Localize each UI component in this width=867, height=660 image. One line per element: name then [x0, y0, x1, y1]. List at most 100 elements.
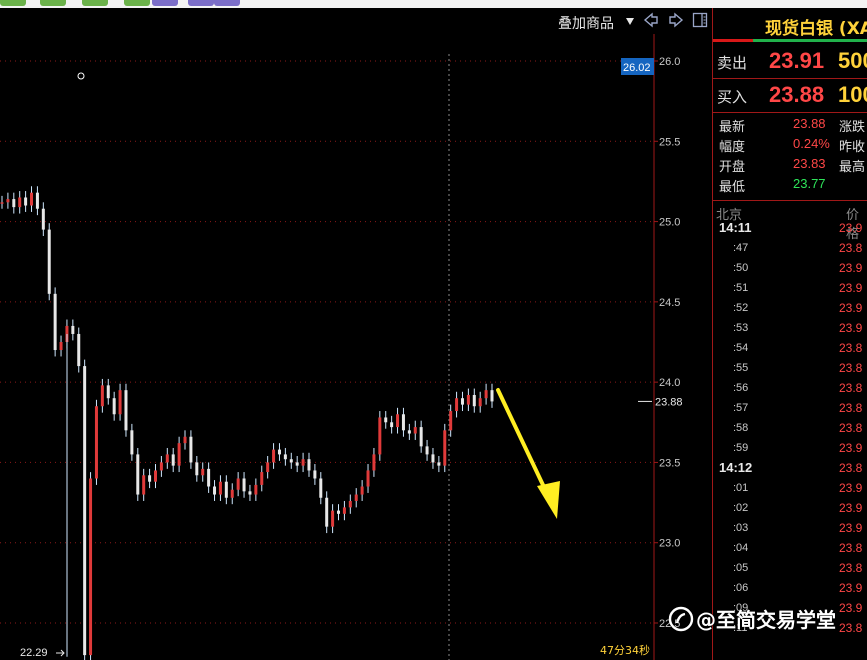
panel-toggle-icon[interactable]	[692, 12, 708, 28]
candle-body	[94, 406, 98, 479]
candle-body	[171, 454, 175, 466]
chart-toolbar: 叠加商品	[0, 8, 712, 34]
tick-time: :50	[733, 262, 749, 274]
candle-body	[24, 197, 28, 206]
tick-time: :51	[733, 282, 749, 294]
watermark-logo-icon	[668, 606, 694, 632]
buy-label: 买入	[717, 88, 748, 106]
buy-price: 23.88	[769, 82, 825, 107]
tick-time: :01	[733, 482, 749, 494]
y-tick-label: 23.0	[659, 538, 680, 550]
candle-body	[354, 494, 358, 501]
tick-price: 23.9	[839, 481, 863, 495]
toolbar-button-7[interactable]	[214, 0, 240, 6]
candle-body	[41, 208, 45, 230]
quote-panel: 现货白银 (XAG) 卖出 23.91 500 买入 23.88 100 最新 2…	[712, 8, 867, 660]
tick-time: :47	[733, 242, 749, 254]
candle-body	[289, 459, 293, 463]
tick-price: 23.9	[839, 281, 863, 295]
tick-price: 23.8	[839, 361, 863, 375]
tick-price: 23.8	[839, 421, 863, 435]
candle-body	[53, 293, 57, 351]
tick-price: 23.8	[839, 341, 863, 355]
tick-price: 23.8	[839, 401, 863, 415]
candle-body	[472, 394, 476, 407]
title-accent-red	[713, 39, 753, 42]
candle-body	[390, 422, 394, 428]
candle-body	[348, 500, 352, 508]
candle-body	[218, 481, 222, 495]
candle-body	[443, 430, 447, 466]
stat-label: 昨收	[839, 140, 866, 155]
candle-body	[437, 462, 441, 466]
tick-price: 23.8	[839, 461, 863, 475]
tick-price: 23.9	[839, 261, 863, 275]
tick-price: 23.8	[839, 381, 863, 395]
y-tick-label: 25.0	[659, 217, 680, 229]
tick-price: 23.9	[839, 581, 863, 595]
chevron-down-icon[interactable]	[626, 18, 634, 25]
quote-title-bar: 现货白银 (XAG)	[713, 8, 867, 42]
candle-body	[378, 417, 382, 455]
candle-body	[337, 510, 341, 514]
stat-value: 23.83	[793, 156, 826, 171]
candle-body	[230, 489, 234, 498]
candle-body	[12, 199, 16, 208]
y-tick-label: 23.5	[659, 457, 680, 469]
toolbar-button-6[interactable]	[188, 0, 214, 6]
candle-body	[419, 427, 423, 447]
arrow-right-icon[interactable]	[668, 12, 684, 28]
tick-time: 14:11	[719, 220, 752, 235]
toolbar-button-5[interactable]	[152, 0, 178, 6]
tick-time: :56	[733, 382, 749, 394]
candle-body	[396, 414, 400, 428]
candle-body	[360, 486, 364, 495]
candle-body	[466, 394, 470, 405]
candle-body	[319, 478, 323, 498]
candle-body	[165, 454, 169, 463]
tick-time: :02	[733, 502, 749, 514]
candle-body	[301, 459, 305, 466]
candle-body	[490, 390, 494, 402]
candle-body	[425, 446, 429, 455]
candle-body	[283, 454, 287, 460]
overlay-product-menu[interactable]: 叠加商品	[558, 13, 614, 33]
stat-label: 涨跌	[839, 120, 866, 135]
tick-time: :04	[733, 542, 749, 554]
watermark-text: @至简交易学堂	[696, 608, 836, 632]
candle-body	[384, 417, 388, 423]
tick-price: 23.8	[839, 621, 863, 635]
current-price-label: 23.88	[655, 396, 683, 408]
candle-body	[183, 436, 187, 444]
toolbar-button-2[interactable]	[40, 0, 66, 6]
candle-body	[6, 199, 10, 203]
candle-body	[277, 449, 281, 455]
candle-body	[484, 390, 488, 399]
stat-label: 幅度	[719, 140, 746, 155]
candle-body	[89, 478, 93, 656]
candle-body	[83, 366, 87, 656]
candle-body	[260, 472, 264, 485]
candle-body	[159, 462, 163, 471]
candle-body	[342, 507, 346, 514]
tick-time: :05	[733, 562, 749, 574]
toolbar-button-3[interactable]	[82, 0, 108, 6]
candle-body	[401, 414, 405, 431]
candle-body	[148, 475, 152, 482]
price-chart[interactable]: 26.025.525.024.524.023.523.022.526.0223.…	[0, 34, 712, 660]
candle-body	[478, 398, 482, 407]
candle-body	[236, 478, 240, 490]
candle-body	[71, 325, 75, 334]
stat-label: 最低	[719, 180, 746, 195]
y-tick-label: 24.0	[659, 377, 680, 389]
sell-volume: 500	[838, 48, 867, 73]
candle-body	[30, 192, 34, 206]
buy-volume: 100	[838, 82, 867, 107]
candle-body	[77, 333, 81, 367]
tick-price: 23.9	[839, 601, 863, 615]
toolbar-button-1[interactable]	[0, 0, 26, 6]
divider	[713, 200, 867, 201]
toolbar-button-4[interactable]	[124, 0, 150, 6]
arrow-left-icon[interactable]	[643, 12, 659, 28]
tick-price: 23.8	[839, 541, 863, 555]
